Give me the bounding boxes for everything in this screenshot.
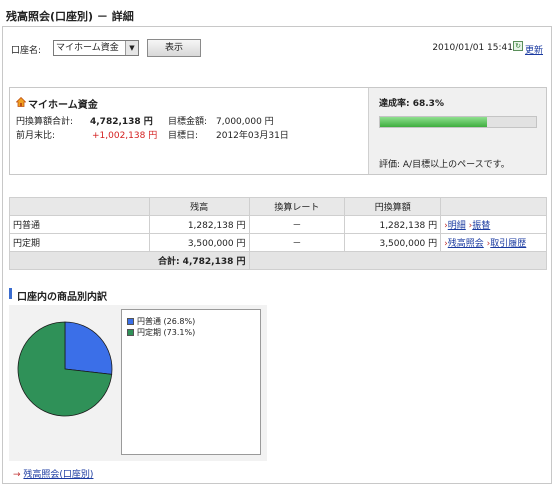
target-amount-label: 目標金額: [168,117,208,127]
main-panel: 口座名: マイホーム資金 ▼ 表示 2010/01/01 15:41 ↻ 更新 … [2,26,552,484]
chart-legend: 円普通 (26.8%) 円定期 (73.1%) [121,309,261,455]
back-to-balance-link[interactable]: 残高照会(口座別) [23,470,93,480]
achievement-progress-bar [379,116,537,128]
table-row: 円普通 1,282,138 円 － 1,282,138 円 ›明細 ›振替 [9,215,547,234]
legend-label: 円普通 (26.8%) [137,317,196,326]
section-marker [9,288,12,299]
goal-name: マイホーム資金 [28,100,98,111]
goal-summary: マイホーム資金 円換算額合計: 4,782,138 円 目標金額: 7,000,… [9,87,547,175]
col-header-yen: 円換算額 [344,197,442,216]
row-name: 円普通 [9,215,150,234]
balance-table: 残高 換算レート 円換算額 円普通 1,282,138 円 － 1,282,13… [9,197,547,270]
evaluation-text: 評価: A/目標以上のペースです。 [379,160,510,170]
account-select[interactable]: マイホーム資金 ▼ [53,40,139,56]
table-total-row: 合計: 4,782,138 円 [9,251,547,270]
pie-slice-0 [64,321,113,375]
chevron-down-icon[interactable]: ▼ [125,41,138,55]
refresh-link[interactable]: 更新 [525,43,543,56]
home-icon [16,97,26,107]
transfer-link[interactable]: 振替 [472,221,490,231]
target-date-value: 2012年03月31日 [216,131,289,141]
row-links: ›残高照会 ›取引履歴 [440,233,547,252]
target-amount-value: 7,000,000 円 [216,117,274,127]
total-value: 4,782,138 円 [90,117,153,127]
refresh-icon[interactable]: ↻ [513,41,523,51]
table-row: 円定期 3,500,000 円 － 3,500,000 円 ›残高照会 ›取引履… [9,233,547,252]
col-header-name [9,197,150,216]
total-empty-cell [248,251,547,270]
row-balance: 1,282,138 円 [148,215,250,234]
achievement-rate: 達成率: 68.3% [379,99,444,109]
transaction-history-link[interactable]: 取引履歴 [490,239,526,249]
legend-swatch [127,318,134,325]
row-rate: － [248,215,346,234]
achievement-panel: 達成率: 68.3% 評価: A/目標以上のペースです。 [368,88,546,174]
breakdown-title: 口座内の商品別内訳 [17,292,107,303]
arrow-right-icon: → [13,470,21,480]
balance-inquiry-link[interactable]: 残高照会 [448,239,484,249]
detail-link[interactable]: 明細 [448,221,466,231]
account-label: 口座名: [11,46,42,56]
account-select-value: マイホーム資金 [56,43,119,53]
table-header-row: 残高 換算レート 円換算額 [9,197,547,216]
row-balance: 3,500,000 円 [148,233,250,252]
target-date-label: 目標日: [168,131,199,141]
vs-prev-label: 前月末比: [16,131,56,141]
legend-swatch [127,329,134,336]
achievement-progress-fill [380,117,487,127]
back-link-row: → 残高照会(口座別) [13,467,93,480]
legend-item-1: 円定期 (73.1%) [127,327,195,338]
row-rate: － [248,233,346,252]
goal-details: マイホーム資金 円換算額合計: 4,782,138 円 目標金額: 7,000,… [10,88,368,174]
page-title: 残高照会(口座別) － 詳細 [6,10,134,23]
col-header-links [440,197,547,216]
legend-item-0: 円普通 (26.8%) [127,316,195,327]
account-filter-row: 口座名: マイホーム資金 ▼ 表示 2010/01/01 15:41 ↻ 更新 [11,39,543,57]
vs-prev-value: +1,002,138 円 [92,131,158,141]
timestamp: 2010/01/01 15:41 [432,43,513,53]
pie-chart [17,321,113,417]
total-label: 円換算額合計: [16,117,74,127]
row-yen: 3,500,000 円 [344,233,442,252]
legend-label: 円定期 (73.1%) [137,328,196,337]
col-header-balance: 残高 [148,197,250,216]
col-header-rate: 換算レート [248,197,346,216]
total-cell: 合計: 4,782,138 円 [9,251,250,270]
row-links: ›明細 ›振替 [440,215,547,234]
row-yen: 1,282,138 円 [344,215,442,234]
show-button[interactable]: 表示 [147,39,201,57]
row-name: 円定期 [9,233,150,252]
